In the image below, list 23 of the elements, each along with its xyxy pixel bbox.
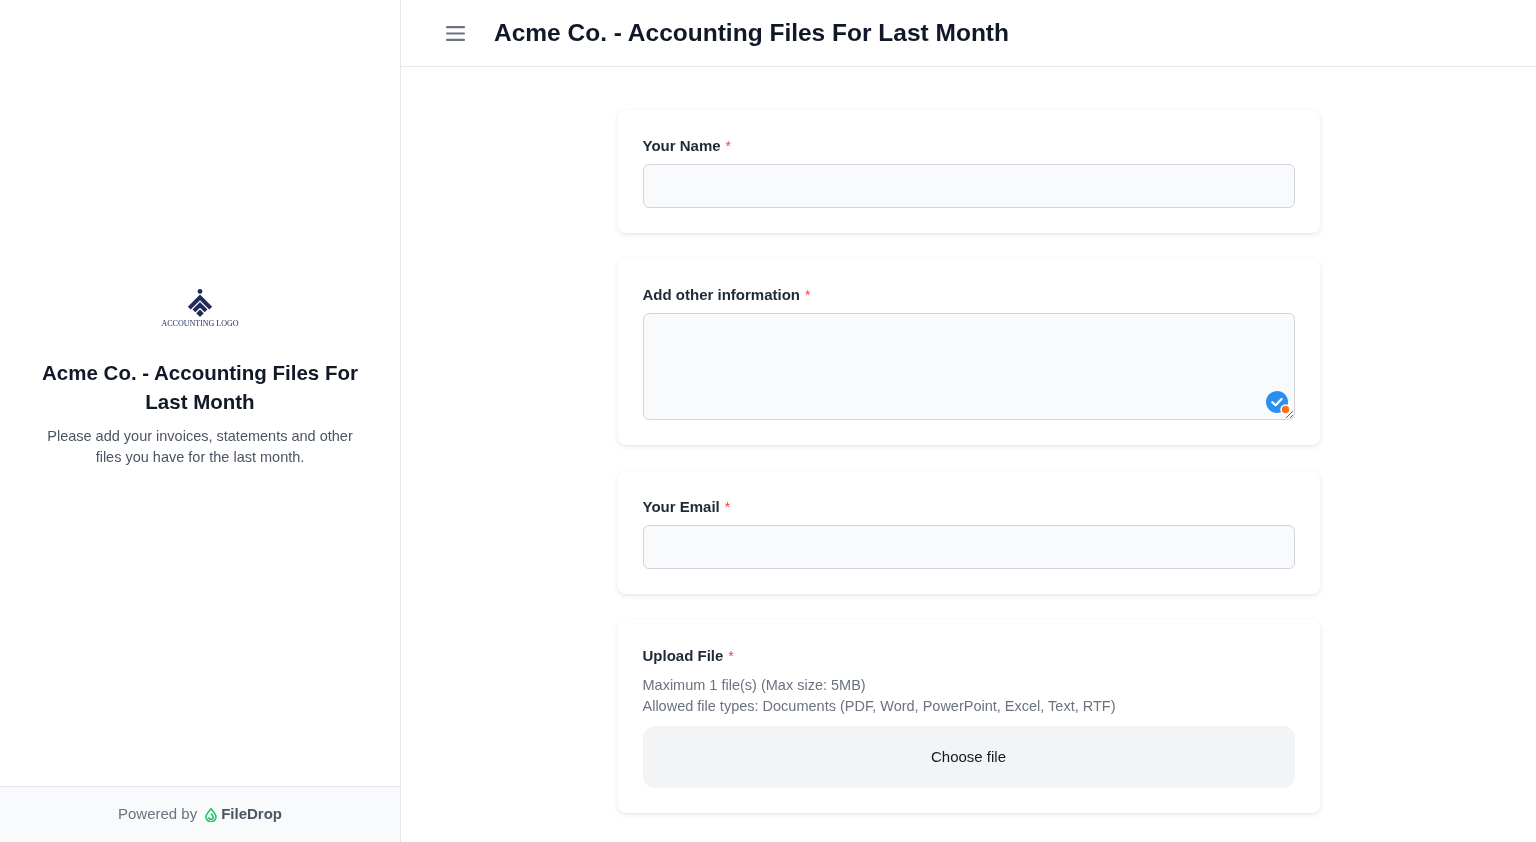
form-title: Acme Co. - Accounting Files For Last Month <box>41 359 359 415</box>
brand-link[interactable]: FileDrop <box>221 803 283 826</box>
check-badge-icon[interactable] <box>1265 391 1291 415</box>
required-mark: * <box>805 286 811 305</box>
email-field[interactable] <box>642 525 1295 569</box>
page-title: Acme Co. - Accounting Files For Last Month <box>494 18 1009 48</box>
field-label: Your Name <box>642 136 721 156</box>
field-label: Your Email <box>642 497 720 517</box>
logo-caption: ACCOUNTING LOGO <box>161 319 239 328</box>
upload-hint: Allowed file types: Documents (PDF, Word, PowerPoint, Excel, Text, RTF) <box>642 697 1117 716</box>
text-area[interactable] <box>642 313 1295 420</box>
powered-by-text: Powered by <box>117 804 198 825</box>
menu-icon[interactable] <box>446 25 465 41</box>
form-description: Please add your invoices, statements and other files you have for the last month. <box>46 426 354 467</box>
choose-file-button[interactable]: Choose file <box>642 726 1295 788</box>
droplet-icon <box>205 807 218 822</box>
required-mark: * <box>724 498 731 517</box>
upload-hint: Maximum 1 file(s) (Max size: 5MB) <box>642 676 867 695</box>
required-mark: * <box>728 647 734 666</box>
required-mark: * <box>725 137 732 156</box>
input-field[interactable] <box>642 164 1295 208</box>
field-label: Add other information <box>642 285 800 305</box>
field-label: Upload File <box>642 646 724 666</box>
